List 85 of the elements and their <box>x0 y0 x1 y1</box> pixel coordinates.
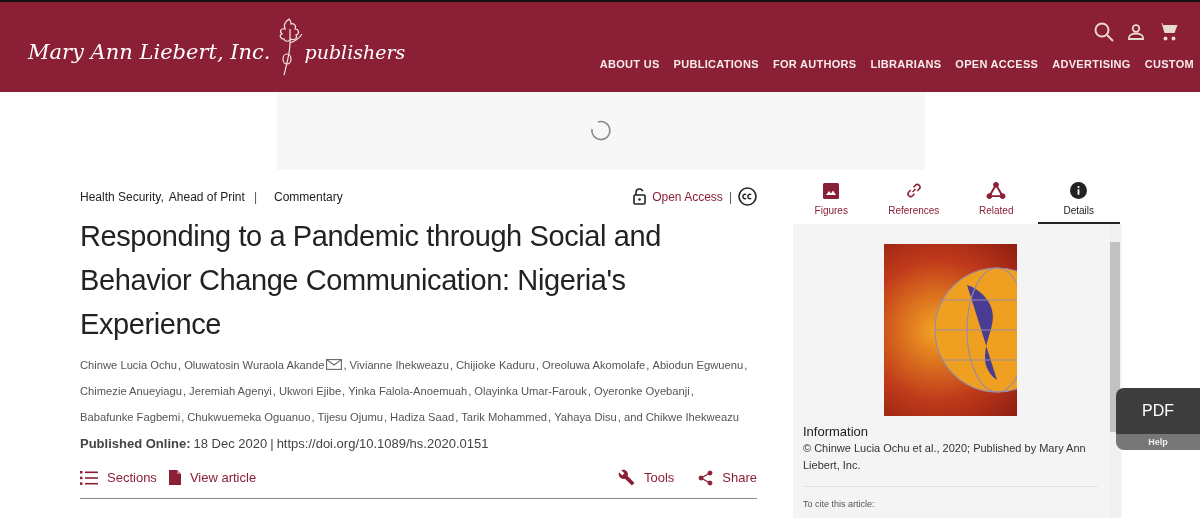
author-link[interactable]: Chinwe Lucia Ochu <box>80 352 177 378</box>
punctuation-text: , <box>690 384 694 399</box>
published-label: Published Online: <box>80 436 191 451</box>
article-title: Responding to a Pandemic through Social and Behavior Change Communication: Nigeria's Experience <box>80 219 662 342</box>
view-link[interactable]: View article <box>168 469 257 486</box>
pdf-button[interactable]: PDF <box>1116 388 1200 434</box>
author-link[interactable]: Babafunke Fagbemi <box>80 404 181 430</box>
sidebar-tab[interactable]: Related <box>955 178 1038 224</box>
share-icon <box>698 469 714 486</box>
author-link[interactable]: Olayinka Umar-Farouk <box>474 378 587 404</box>
author-link[interactable]: Chimezie Anueyiagu <box>80 378 182 404</box>
doi-link[interactable]: https://doi.org/10.1089/hs.2020.0151 <box>276 436 489 451</box>
author-link[interactable]: Jeremiah Agenyi <box>189 378 272 404</box>
share-link[interactable]: Share <box>698 469 757 486</box>
search-icon <box>1094 22 1114 42</box>
author-link[interactable]: Oreoluwa Akomolafe <box>542 352 646 378</box>
info-icon <box>1070 182 1088 199</box>
punctuation-text: , <box>311 410 315 425</box>
nav-link[interactable]: ABOUT US <box>599 58 660 70</box>
punctuation-text: , <box>468 384 472 399</box>
punctuation-text: , and <box>617 410 643 425</box>
author-link[interactable]: Tijesu Ojumu <box>317 404 383 430</box>
punctuation-text: , <box>587 384 591 399</box>
loading-spinner-icon <box>589 119 613 143</box>
copyright-text: © Chinwe Lucia Ochu et al., 2020; Published by Mary Ann Liebert, Inc. <box>803 441 1087 473</box>
punctuation-text: , <box>744 358 748 373</box>
search-button[interactable] <box>1092 22 1116 42</box>
punctuation-text: , <box>181 410 185 425</box>
sidebar-tab[interactable]: References <box>872 178 955 224</box>
author-link[interactable]: Oluwatosin Wuraola Akande <box>184 352 325 378</box>
punctuation-text: , <box>384 410 388 425</box>
nav-link[interactable]: LIBRARIANS <box>870 58 942 70</box>
help-button[interactable]: Help <box>1116 434 1200 450</box>
article-type: Commentary <box>274 189 343 204</box>
sidebar-tab[interactable]: Figures <box>790 178 873 224</box>
punctuation-text: , <box>548 410 552 425</box>
author-link[interactable]: Tarik Mohammed <box>461 404 548 430</box>
wrench-icon <box>617 469 635 486</box>
sections-link[interactable]: Sections <box>80 469 157 486</box>
tools-link[interactable]: Tools <box>617 469 675 486</box>
publisher-logo[interactable]: Mary Ann Liebert, Inc. publishers <box>0 2 406 92</box>
separator-text: | <box>728 189 732 204</box>
triangle-nodes-icon <box>986 182 1007 199</box>
punctuation-text: , <box>536 358 540 373</box>
nav-link[interactable]: OPEN ACCESS <box>955 58 1039 70</box>
nav-link[interactable]: FOR AUTHORS <box>772 58 857 70</box>
author-link[interactable]: Oyeronke Oyebanji <box>593 378 690 404</box>
author-link[interactable]: Yinka Falola-Anoemuah <box>348 378 468 404</box>
person-icon <box>1128 24 1144 40</box>
author-link[interactable]: Abiodun Egwuenu <box>652 352 744 378</box>
list-icon <box>80 470 98 485</box>
author-link[interactable]: Chikwe Ihekweazu <box>645 404 739 430</box>
document-icon <box>168 470 181 485</box>
envelope-icon <box>326 359 343 370</box>
nav-link[interactable]: PUBLICATIONS <box>673 58 759 70</box>
punctuation-text: , <box>342 384 346 399</box>
punctuation-text: , <box>272 384 276 399</box>
separator-text: | <box>270 436 274 451</box>
author-link[interactable]: Yahaya Disu <box>554 404 617 430</box>
status-text: Ahead of Print <box>168 189 245 204</box>
account-button[interactable] <box>1126 24 1146 40</box>
creative-commons-icon <box>738 187 757 206</box>
nav-link[interactable]: ADVERTISING <box>1052 58 1131 70</box>
author-link[interactable]: Chukwuemeka Oguanuo <box>187 404 311 430</box>
published-date: 18 Dec 2020 <box>193 436 268 451</box>
scrollbar[interactable] <box>1110 224 1120 518</box>
information-heading: Information <box>803 424 870 439</box>
cite-label: To cite this article: <box>803 499 876 509</box>
author-link[interactable]: Ukwori Ejibe <box>278 378 342 404</box>
punctuation-text: , <box>449 358 453 373</box>
author-link[interactable]: Vivianne Ihekweazu <box>349 352 449 378</box>
link-icon <box>904 182 923 199</box>
author-link[interactable]: Hadiza Saad <box>390 404 455 430</box>
padlock-icon <box>633 188 647 205</box>
nav-link[interactable]: CUSTOM <box>1144 58 1194 70</box>
punctuation-text: , <box>183 384 187 399</box>
punctuation-text: , <box>178 358 182 373</box>
punctuation-text: , <box>343 358 347 373</box>
open-access-link[interactable]: Open Access <box>652 189 723 204</box>
journal-link[interactable]: Health Security, <box>80 189 164 204</box>
separator-text: | <box>253 189 257 204</box>
author-link[interactable]: Chijioke Kaduru <box>456 352 535 378</box>
punctuation-text: , <box>455 410 459 425</box>
image-icon <box>823 183 840 199</box>
punctuation-text: , <box>646 358 650 373</box>
